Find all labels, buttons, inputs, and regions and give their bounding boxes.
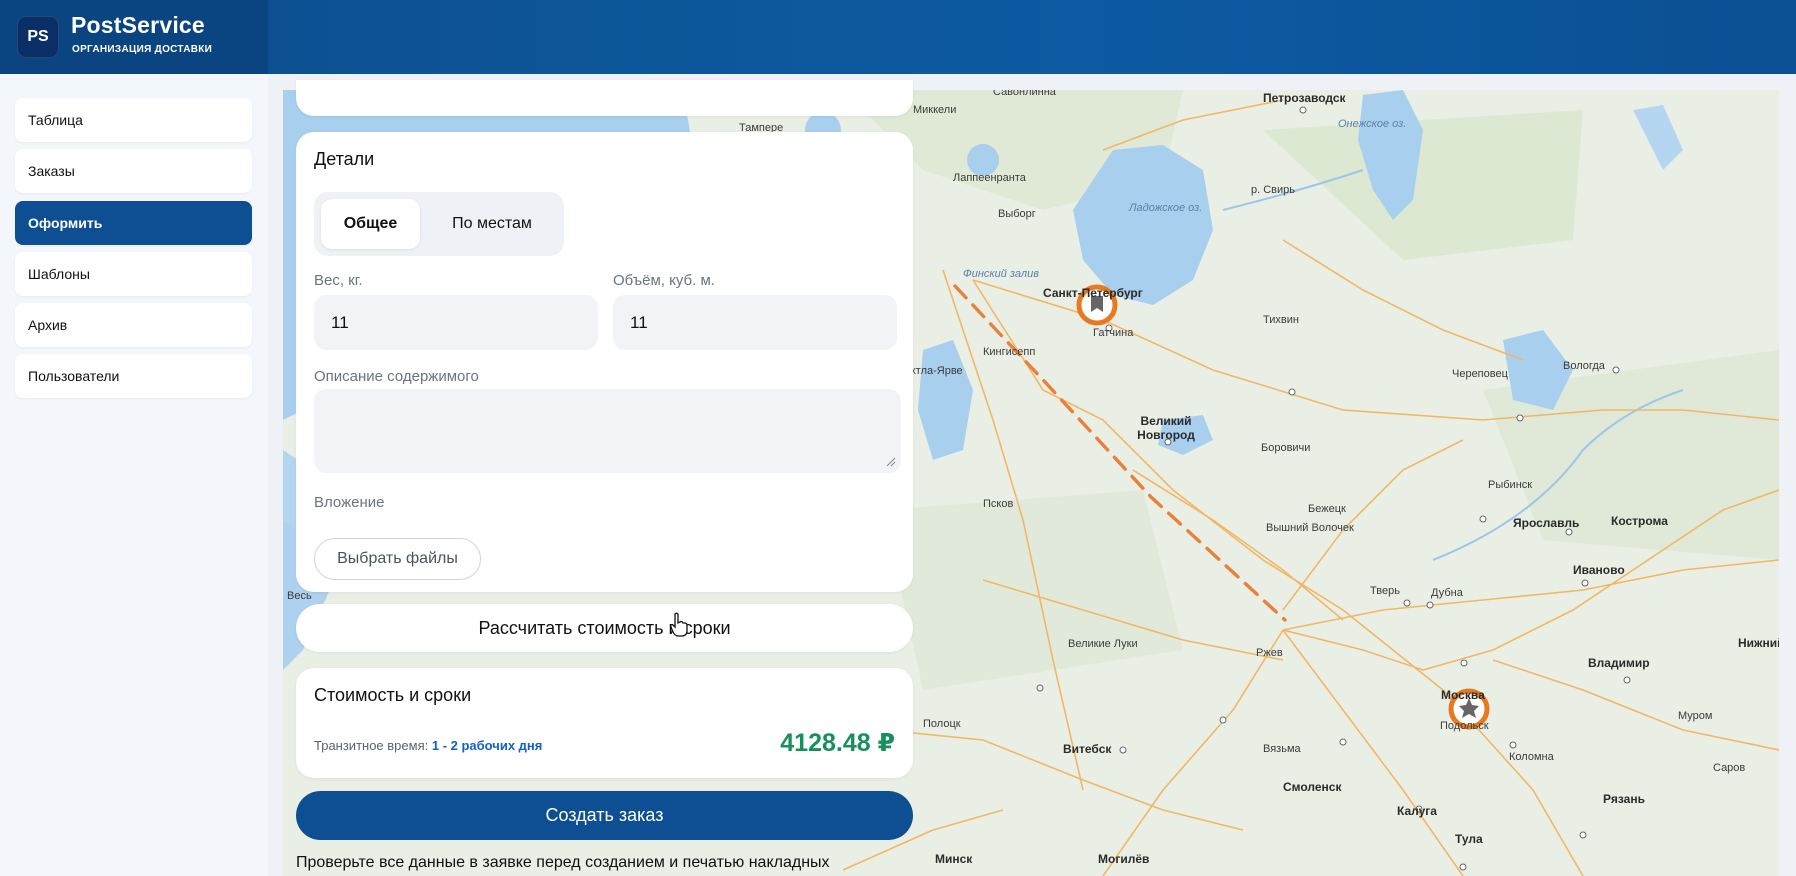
details-title: Детали — [314, 149, 375, 169]
sidebar-item-archive[interactable]: Архив — [15, 303, 252, 347]
map-label-podolsk: Подольск — [1440, 720, 1489, 732]
map-label-vyborg: Выборг — [998, 208, 1036, 220]
map-label-minsk: Минск — [935, 852, 973, 866]
map-label-onega: Онежское оз. — [1338, 118, 1407, 130]
map-label-ladoga: Ладожское оз. — [1129, 202, 1203, 214]
transit-label: Транзитное время: — [314, 738, 429, 753]
map-label-rybinsk: Рыбинск — [1488, 479, 1533, 491]
map-label-borovichi: Боровичи — [1261, 442, 1311, 454]
volume-input[interactable] — [613, 295, 897, 350]
app-subtitle: ОРГАНИЗАЦИЯ ДОСТАВКИ — [72, 44, 213, 55]
weight-label: Вес, кг. — [314, 272, 363, 289]
description-label: Описание содержимого — [314, 368, 479, 385]
transit-value: 1 - 2 рабочих дня — [431, 738, 543, 753]
map-label-petrozavodsk: Петрозаводск — [1263, 91, 1346, 105]
sidebar-item-templates[interactable]: Шаблоны — [15, 252, 252, 296]
map-label-novgorod: Великий Новгород — [1137, 414, 1195, 442]
volume-label: Объём, куб. м. — [613, 272, 715, 289]
tab-general[interactable]: Общее — [321, 199, 420, 249]
tab-by-places[interactable]: По местам — [424, 199, 560, 249]
weight-input[interactable] — [314, 295, 598, 350]
calculate-button[interactable]: Рассчитать стоимость и сроки — [296, 604, 913, 652]
map-label-moscow: Москва — [1441, 688, 1485, 702]
map-label-spb: Санкт-Петербург — [1043, 286, 1143, 300]
map-label-mikkeli: Миккели — [913, 104, 957, 116]
map-label-gatchina: Гатчина — [1093, 327, 1134, 339]
map-label-tikhvin: Тихвин — [1263, 314, 1299, 326]
description-textarea[interactable] — [314, 389, 901, 473]
map-label-velikie-luki: Великие Луки — [1068, 638, 1138, 650]
map-label-tula: Тула — [1455, 832, 1483, 846]
map-label-vyazma: Вязьма — [1263, 743, 1301, 755]
map-label-kolomna: Коломна — [1509, 751, 1554, 763]
map-label-vyshny: Вышний Волочек — [1266, 522, 1354, 534]
cost-title: Стоимость и сроки — [314, 685, 472, 705]
hand-cursor-icon — [670, 612, 688, 637]
sidebar: Таблица Заказы Оформить Шаблоны Архив По… — [0, 74, 268, 876]
map-label-svir: р. Свирь — [1251, 184, 1296, 196]
map-label-savonlinna: Савонлинна — [993, 90, 1056, 98]
app-name[interactable]: PostService — [71, 12, 205, 39]
map-label-dubna: Дубна — [1431, 587, 1463, 599]
choose-files-button[interactable]: Выбрать файлы — [314, 538, 481, 580]
map-label-bezhetsk: Бежецк — [1308, 503, 1346, 515]
map-label-vladimir: Владимир — [1588, 656, 1650, 670]
map-label-vologda: Вологда — [1563, 360, 1605, 372]
map-label-mogilev: Могилёв — [1098, 852, 1150, 866]
total-price: 4128.48 ₽ — [780, 729, 895, 757]
map-label-kingisepp: Кингисепп — [983, 346, 1036, 358]
map-label-sarov: Саров — [1713, 762, 1746, 774]
map-label-ivanovo: Иваново — [1573, 563, 1625, 577]
sidebar-item-orders[interactable]: Заказы — [15, 149, 252, 193]
map-label-smolensk: Смоленск — [1283, 780, 1342, 794]
map-label-kostroma: Кострома — [1611, 514, 1668, 528]
details-card: Детали Общее По местам Вес, кг. Объём, к… — [296, 132, 913, 592]
map-label-cherepovets: Череповец — [1452, 368, 1508, 380]
map-label-lappeenranta: Лаппеенранта — [953, 172, 1026, 184]
transit-time: Транзитное время: 1 - 2 рабочих дня — [314, 738, 542, 753]
attachment-label: Вложение — [314, 494, 385, 511]
check-data-note: Проверьте все данные в заявке перед созд… — [296, 854, 830, 871]
sidebar-item-create[interactable]: Оформить — [15, 201, 252, 245]
details-mode-switch: Общее По местам — [314, 192, 564, 256]
sidebar-item-table[interactable]: Таблица — [15, 98, 252, 142]
sidebar-item-users[interactable]: Пользователи — [15, 354, 252, 398]
create-order-button[interactable]: Создать заказ — [296, 791, 913, 840]
map-label-pskov: Псков — [983, 498, 1014, 510]
previous-section-card — [296, 80, 913, 116]
map-label-vitebsk: Витебск — [1063, 742, 1112, 756]
map-label-murom: Муром — [1678, 710, 1713, 722]
map-label-ryazan: Рязань — [1603, 792, 1645, 806]
resize-grip-icon[interactable] — [886, 457, 896, 467]
map-label-rzhev: Ржев — [1256, 647, 1283, 659]
map-label-vesi: Весь — [287, 590, 312, 602]
app-logo[interactable]: PS — [17, 16, 59, 58]
map-label-gulf: Финский залив — [963, 268, 1039, 280]
map-label-yaroslavl: Ярославль — [1513, 516, 1580, 530]
map-label-kaluga: Калуга — [1397, 804, 1437, 818]
map-label-tver: Тверь — [1370, 585, 1400, 597]
map-label-polotsk: Полоцк — [923, 718, 961, 730]
cost-card: Стоимость и сроки Транзитное время: 1 - … — [296, 668, 913, 778]
app-header: PS PostService ОРГАНИЗАЦИЯ ДОСТАВКИ — [0, 0, 1796, 74]
map-label-nizhny: Нижний — [1738, 636, 1779, 650]
